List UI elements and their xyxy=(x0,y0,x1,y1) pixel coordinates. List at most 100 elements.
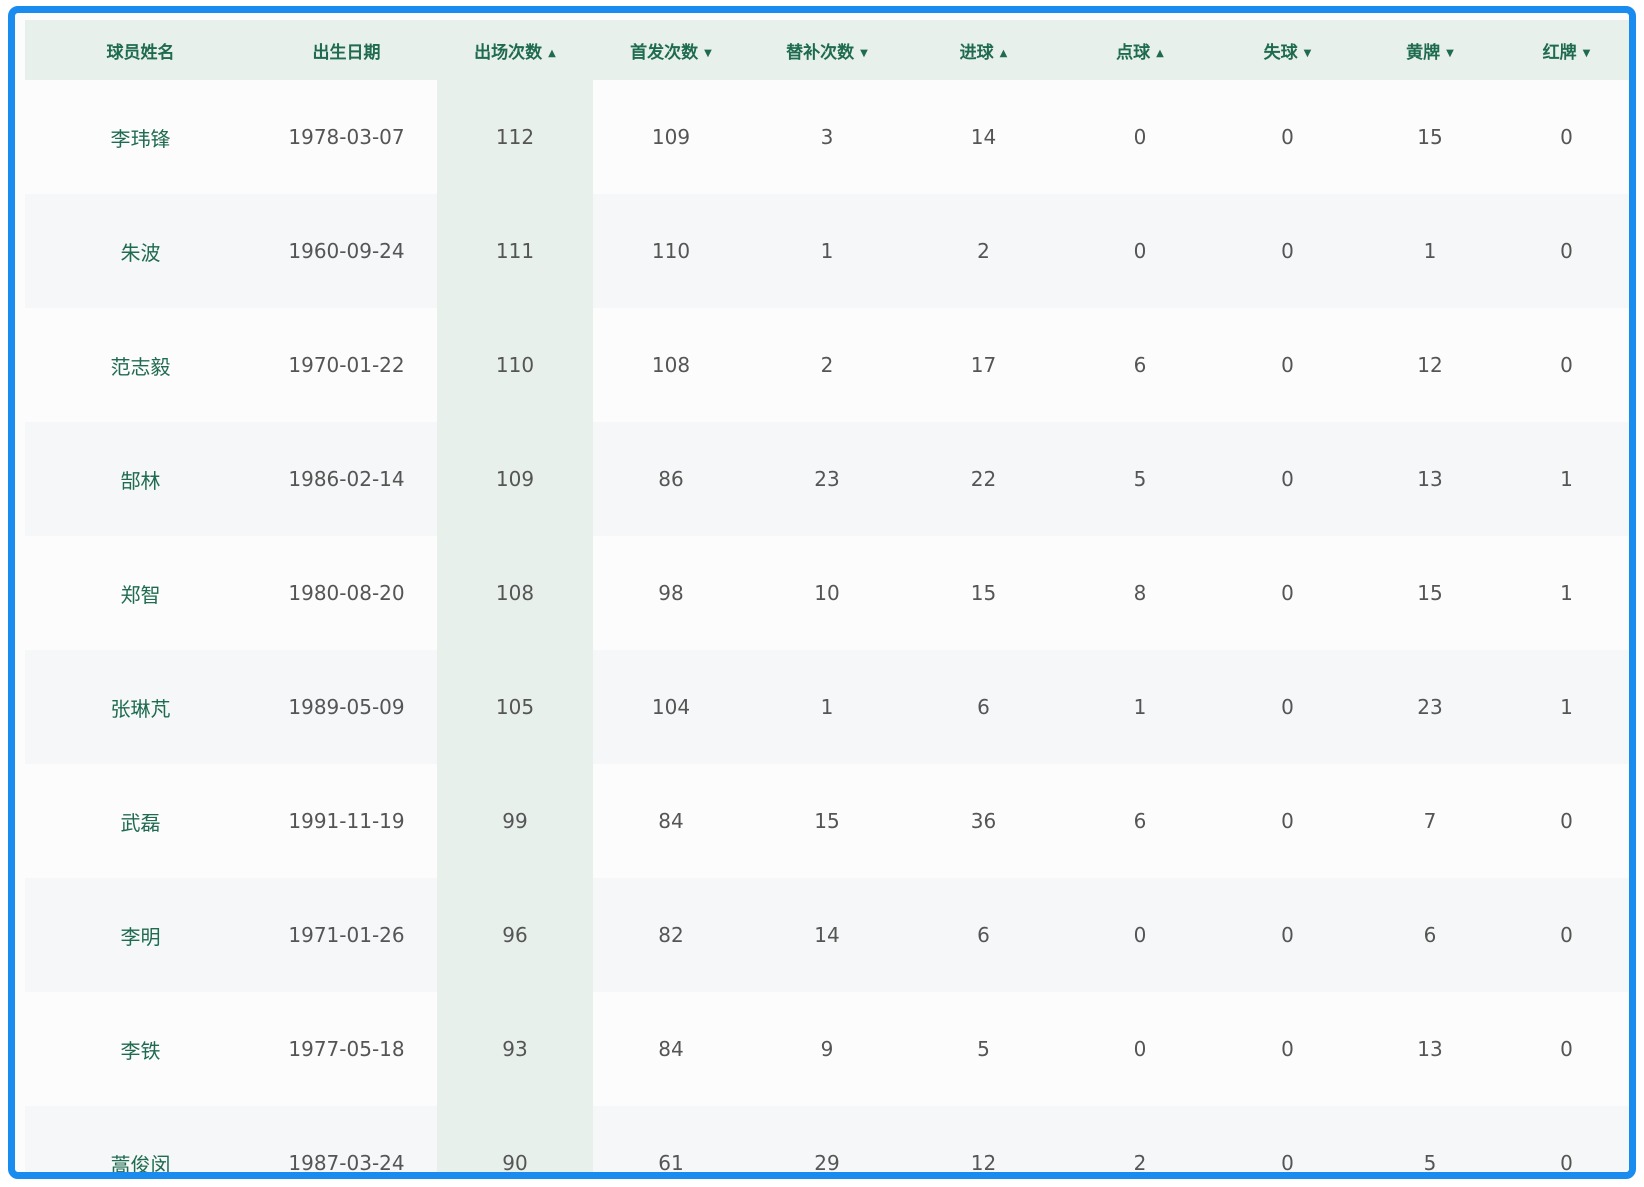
cell-substitutes: 29 xyxy=(814,1151,840,1175)
cell-substitutes: 3 xyxy=(820,125,834,149)
cell-starts: 61 xyxy=(658,1151,684,1175)
sort-ascending-icon[interactable]: ▲ xyxy=(1156,48,1164,59)
cell-starts: 108 xyxy=(651,353,691,377)
table-row[interactable]: 范志毅 1970-01-22 110 108 2 17 6 0 12 0 xyxy=(25,308,1629,422)
cell-red-cards: 0 xyxy=(1560,239,1573,263)
cell-starts: 84 xyxy=(658,1037,684,1061)
cell-substitutes: 1 xyxy=(820,239,834,263)
cell-yellow-cards: 13 xyxy=(1417,467,1443,491)
column-header-goals[interactable]: 进球 ▲ xyxy=(905,20,1062,80)
cell-goals: 2 xyxy=(977,239,990,263)
column-header-appearances[interactable]: 出场次数 ▲ xyxy=(437,20,593,80)
cell-name[interactable]: 郑智 xyxy=(25,536,256,650)
cell-yellow-cards: 12 xyxy=(1417,353,1443,377)
cell-name[interactable]: 郜林 xyxy=(25,422,256,536)
cell-name[interactable]: 蒿俊闵 xyxy=(25,1106,256,1173)
sort-descending-icon[interactable]: ▼ xyxy=(1446,48,1454,59)
column-header-starts[interactable]: 首发次数 ▼ xyxy=(593,20,749,80)
cell-goals-conceded: 0 xyxy=(1281,809,1294,833)
table-body: 李玮锋 1978-03-07 112 109 3 14 0 0 15 0 朱波 1960-09-24 1… xyxy=(25,80,1629,1175)
cell-birthdate: 1986-02-14 xyxy=(288,467,405,491)
column-header-penalties[interactable]: 点球 ▲ xyxy=(1062,20,1218,80)
cell-substitutes: 23 xyxy=(814,467,840,491)
cell-starts: 109 xyxy=(651,125,691,149)
cell-name[interactable]: 李明 xyxy=(25,878,256,992)
cell-red-cards: 1 xyxy=(1560,695,1573,719)
cell-starts: 110 xyxy=(651,239,691,263)
cell-birthdate: 1980-08-20 xyxy=(288,581,405,605)
cell-yellow-cards: 1 xyxy=(1423,239,1437,263)
table-row[interactable]: 蒿俊闵 1987-03-24 90 61 29 12 2 0 5 0 xyxy=(25,1106,1629,1175)
cell-name[interactable]: 李铁 xyxy=(25,992,256,1106)
cell-appearances: 96 xyxy=(437,878,593,992)
cell-name[interactable]: 朱波 xyxy=(25,194,256,308)
cell-appearances: 112 xyxy=(437,80,593,194)
cell-red-cards: 0 xyxy=(1560,923,1573,947)
cell-penalties: 0 xyxy=(1133,239,1147,263)
cell-goals-conceded: 0 xyxy=(1281,467,1294,491)
column-header-name[interactable]: 球员姓名 xyxy=(25,20,256,80)
cell-penalties: 1 xyxy=(1133,695,1147,719)
sort-descending-icon[interactable]: ▼ xyxy=(704,48,712,59)
sort-ascending-icon[interactable]: ▲ xyxy=(548,48,556,59)
cell-goals: 6 xyxy=(977,695,990,719)
cell-substitutes: 9 xyxy=(820,1037,834,1061)
cell-birthdate: 1970-01-22 xyxy=(288,353,405,377)
sort-descending-icon[interactable]: ▼ xyxy=(1583,48,1591,59)
cell-birthdate: 1960-09-24 xyxy=(288,239,405,263)
table-row[interactable]: 朱波 1960-09-24 111 110 1 2 0 0 1 0 xyxy=(25,194,1629,308)
cell-appearances: 108 xyxy=(437,536,593,650)
cell-yellow-cards: 15 xyxy=(1417,125,1443,149)
cell-penalties: 6 xyxy=(1133,353,1147,377)
cell-substitutes: 10 xyxy=(814,581,840,605)
cell-birthdate: 1989-05-09 xyxy=(288,695,405,719)
cell-appearances: 93 xyxy=(437,992,593,1106)
cell-goals-conceded: 0 xyxy=(1281,581,1294,605)
cell-yellow-cards: 6 xyxy=(1423,923,1437,947)
column-header-label: 进球 xyxy=(959,42,994,63)
cell-goals: 22 xyxy=(970,467,997,491)
cell-yellow-cards: 15 xyxy=(1417,581,1443,605)
sort-ascending-icon[interactable]: ▲ xyxy=(1000,48,1008,59)
table-row[interactable]: 张琳芃 1989-05-09 105 104 1 6 1 0 23 1 xyxy=(25,650,1629,764)
column-header-goals-conceded[interactable]: 失球 ▼ xyxy=(1218,20,1357,80)
cell-birthdate: 1991-11-19 xyxy=(288,809,405,833)
cell-starts: 98 xyxy=(658,581,684,605)
column-header-red-cards[interactable]: 红牌 ▼ xyxy=(1503,20,1629,80)
cell-appearances: 105 xyxy=(437,650,593,764)
cell-red-cards: 0 xyxy=(1560,1151,1573,1175)
table-row[interactable]: 郜林 1986-02-14 109 86 23 22 5 0 13 1 xyxy=(25,422,1629,536)
cell-name[interactable]: 武磊 xyxy=(25,764,256,878)
cell-name[interactable]: 李玮锋 xyxy=(25,80,256,194)
player-stats-table: 球员姓名 出生日期 出场次数 ▲ 首发次数 ▼ 替补次数 ▼ 进球 ▲ 点球 ▲ 失球 ▼ 黄牌 ▼ 红牌 ▼ 李… xyxy=(25,20,1629,1175)
cell-yellow-cards: 7 xyxy=(1423,809,1437,833)
cell-substitutes: 15 xyxy=(814,809,840,833)
sort-descending-icon[interactable]: ▼ xyxy=(1304,48,1312,59)
cell-birthdate: 1971-01-26 xyxy=(288,923,405,947)
cell-goals: 15 xyxy=(970,581,997,605)
column-header-label: 点球 xyxy=(1116,42,1151,63)
column-header-birthdate[interactable]: 出生日期 xyxy=(256,20,437,80)
cell-name[interactable]: 范志毅 xyxy=(25,308,256,422)
cell-birthdate: 1978-03-07 xyxy=(288,125,405,149)
cell-birthdate: 1977-05-18 xyxy=(288,1037,405,1061)
cell-red-cards: 0 xyxy=(1560,1037,1573,1061)
cell-starts: 86 xyxy=(658,467,684,491)
cell-starts: 84 xyxy=(658,809,684,833)
table-frame: 球员姓名 出生日期 出场次数 ▲ 首发次数 ▼ 替补次数 ▼ 进球 ▲ 点球 ▲ 失球 ▼ 黄牌 ▼ 红牌 ▼ 李… xyxy=(8,6,1636,1179)
sort-descending-icon[interactable]: ▼ xyxy=(860,48,868,59)
table-row[interactable]: 李铁 1977-05-18 93 84 9 5 0 0 13 0 xyxy=(25,992,1629,1106)
cell-birthdate: 1987-03-24 xyxy=(288,1151,405,1175)
table-row[interactable]: 李玮锋 1978-03-07 112 109 3 14 0 0 15 0 xyxy=(25,80,1629,194)
table-row[interactable]: 武磊 1991-11-19 99 84 15 36 6 0 7 0 xyxy=(25,764,1629,878)
column-header-substitutes[interactable]: 替补次数 ▼ xyxy=(749,20,905,80)
cell-red-cards: 1 xyxy=(1560,581,1573,605)
cell-yellow-cards: 13 xyxy=(1417,1037,1443,1061)
cell-goals: 6 xyxy=(977,923,990,947)
cell-appearances: 109 xyxy=(437,422,593,536)
table-row[interactable]: 李明 1971-01-26 96 82 14 6 0 0 6 0 xyxy=(25,878,1629,992)
cell-penalties: 0 xyxy=(1133,1037,1147,1061)
cell-name[interactable]: 张琳芃 xyxy=(25,650,256,764)
column-header-yellow-cards[interactable]: 黄牌 ▼ xyxy=(1357,20,1503,80)
table-row[interactable]: 郑智 1980-08-20 108 98 10 15 8 0 15 1 xyxy=(25,536,1629,650)
